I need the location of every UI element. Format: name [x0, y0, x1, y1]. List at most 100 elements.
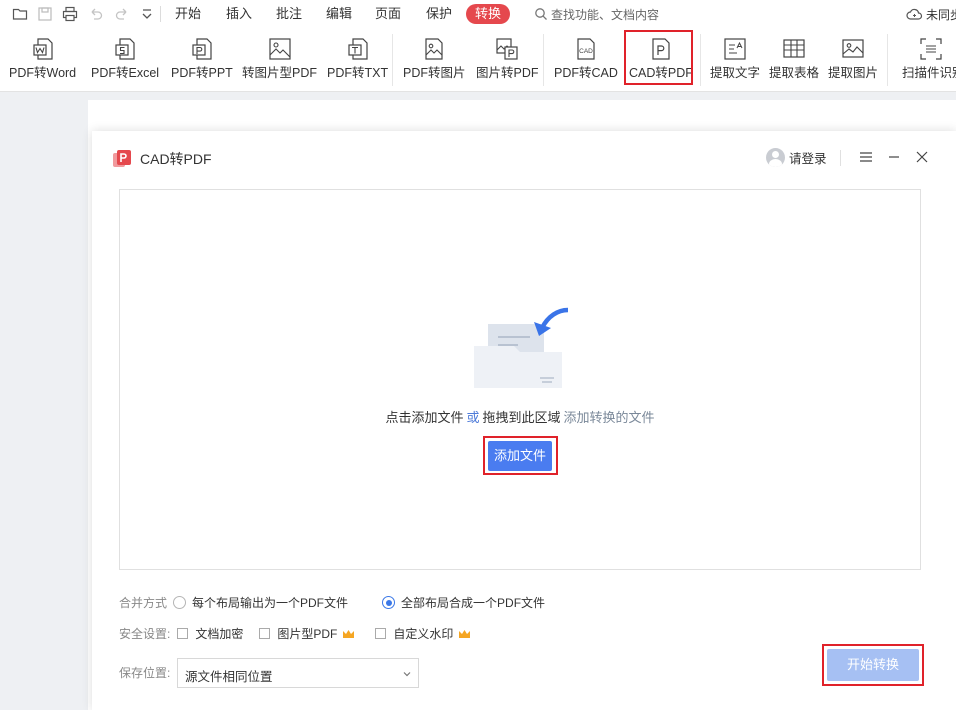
merge-option-combined-label[interactable]: 全部布局合成一个PDF文件: [401, 594, 545, 611]
ribbon-divider: [887, 34, 888, 86]
avatar: [766, 148, 785, 167]
login-label: 请登录: [789, 152, 827, 166]
crown-icon: [343, 629, 355, 638]
pdf-to-cad-button[interactable]: CAD PDF转CAD: [554, 36, 618, 82]
extract-image-icon: [842, 39, 864, 58]
pdf-to-excel-button[interactable]: PDF转Excel: [91, 36, 159, 82]
watermark-checkbox[interactable]: [375, 628, 387, 639]
file-drop-zone[interactable]: 点击添加文件或拖拽到此区域 添加转换的文件 添加文件: [119, 189, 921, 570]
tool-label: PDF转TXT: [327, 66, 389, 80]
ribbon-divider: [543, 34, 544, 86]
tool-label: 图片转PDF: [476, 66, 539, 80]
drop-text-or: 或: [466, 410, 480, 425]
extract-table-icon: [783, 39, 805, 58]
scan-recognize-button[interactable]: 扫描件识别: [902, 36, 956, 82]
tool-label: PDF转图片: [403, 66, 466, 80]
image-to-pdf-icon: [496, 38, 518, 60]
pdf-to-image-icon: [425, 38, 443, 60]
start-convert-highlight: [822, 644, 924, 686]
tab-protect[interactable]: 保护: [426, 5, 452, 23]
extract-table-button[interactable]: 提取表格: [769, 36, 819, 82]
pdf-to-ppt-icon: [192, 38, 212, 60]
watermark-label[interactable]: 自定义水印: [393, 625, 453, 642]
pdf-to-word-button[interactable]: PDF转Word: [9, 36, 76, 82]
extract-image-button[interactable]: 提取图片: [828, 36, 878, 82]
drop-instructions: 点击添加文件或拖拽到此区域 添加转换的文件: [120, 409, 920, 427]
merge-label: 合并方式: [119, 596, 168, 610]
pdf-to-cad-icon: CAD: [577, 38, 595, 60]
tab-start[interactable]: 开始: [175, 5, 201, 23]
pdf-to-txt-button[interactable]: PDF转TXT: [327, 36, 388, 82]
tab-page[interactable]: 页面: [375, 5, 401, 23]
cad-to-pdf-dialog: CAD转PDF 请登录 点击添加文件或拖拽到此区域 添加转换的文件 添加文件 合并…: [92, 131, 956, 710]
login-button[interactable]: 请登录: [766, 148, 827, 167]
tool-label: 提取图片: [828, 66, 879, 80]
ribbon-divider: [700, 34, 701, 86]
dialog-title: CAD转PDF: [140, 151, 212, 167]
merge-option-separate-radio[interactable]: [173, 596, 187, 609]
tool-label: PDF转Excel: [91, 66, 160, 80]
redo-icon[interactable]: [112, 4, 132, 24]
extract-text-button[interactable]: 提取文字: [710, 36, 760, 82]
app-logo-icon: [113, 150, 131, 167]
encrypt-label[interactable]: 文档加密: [195, 625, 243, 642]
security-row: 安全设置: 文档加密 图片型PDF 自定义水印: [119, 625, 471, 642]
ribbon-divider: [392, 34, 393, 86]
tool-label: 扫描件识别: [902, 66, 956, 80]
tab-edit[interactable]: 编辑: [326, 5, 352, 23]
menu-divider: [160, 6, 161, 22]
quick-access-dropdown-icon[interactable]: [137, 4, 157, 24]
pdf-to-ppt-button[interactable]: PDF转PPT: [171, 36, 233, 82]
tool-label: 提取表格: [769, 66, 820, 80]
sync-label: 未同步: [926, 7, 956, 22]
encrypt-checkbox[interactable]: [177, 628, 189, 639]
save-icon[interactable]: [35, 4, 55, 24]
merge-option-combined-radio[interactable]: [382, 596, 396, 609]
image-pdf-checkbox[interactable]: [259, 628, 271, 639]
tab-convert[interactable]: 转换: [466, 4, 510, 24]
cloud-icon: [906, 8, 923, 20]
security-label: 安全设置:: [119, 627, 171, 641]
pdf-to-txt-icon: [347, 38, 368, 60]
drop-text-click: 点击添加文件: [385, 410, 464, 425]
close-icon[interactable]: [913, 148, 931, 166]
cad-to-pdf-highlight: [624, 30, 693, 85]
pdf-to-excel-icon: [115, 38, 135, 60]
extract-text-icon: [724, 38, 746, 60]
search-icon: [535, 8, 547, 20]
add-file-illustration-icon: [474, 307, 569, 388]
tool-label: PDF转CAD: [554, 66, 618, 80]
drop-text-drag: 拖拽到此区域: [482, 410, 561, 425]
crown-icon: [459, 629, 471, 638]
minimize-icon[interactable]: [885, 148, 903, 166]
menu-bar: 开始 插入 批注 编辑 页面 保护 转换 查找功能、文档内容 未同步: [0, 0, 956, 28]
sync-status[interactable]: 未同步: [906, 4, 956, 24]
save-location-value: 源文件相同位置: [185, 670, 273, 684]
save-location-select[interactable]: 源文件相同位置: [177, 658, 419, 688]
search-placeholder: 查找功能、文档内容: [551, 7, 660, 22]
svg-text:CAD: CAD: [579, 48, 593, 55]
save-location-row: 保存位置:: [119, 664, 170, 681]
chevron-down-icon: [403, 672, 411, 677]
tool-label: 转图片型PDF: [242, 66, 318, 80]
tab-comment[interactable]: 批注: [276, 5, 302, 23]
scan-recognize-icon: [920, 38, 942, 60]
image-to-pdf-button[interactable]: 图片转PDF: [476, 36, 539, 82]
search-box[interactable]: 查找功能、文档内容: [534, 4, 659, 24]
open-folder-icon[interactable]: [10, 4, 30, 24]
add-file-highlight: [483, 436, 558, 475]
save-label: 保存位置:: [119, 666, 171, 680]
drop-text-hint: 添加转换的文件: [563, 410, 655, 425]
merge-mode-row: 合并方式 每个布局输出为一个PDF文件 全部布局合成一个PDF文件: [119, 594, 545, 611]
tab-insert[interactable]: 插入: [226, 5, 252, 23]
pdf-to-image-button[interactable]: PDF转图片: [403, 36, 466, 82]
ribbon-toolbar: PDF转Word PDF转Excel PDF转PPT 转图片型PDF PDF转T…: [0, 28, 956, 92]
to-image-pdf-icon: [268, 38, 291, 60]
print-icon[interactable]: [60, 4, 80, 24]
undo-icon[interactable]: [86, 4, 106, 24]
to-image-pdf-button[interactable]: 转图片型PDF: [242, 36, 317, 82]
menu-icon[interactable]: [857, 148, 875, 166]
image-pdf-label[interactable]: 图片型PDF: [277, 625, 337, 642]
merge-option-separate-label[interactable]: 每个布局输出为一个PDF文件: [192, 594, 348, 611]
tool-label: 提取文字: [710, 66, 761, 80]
